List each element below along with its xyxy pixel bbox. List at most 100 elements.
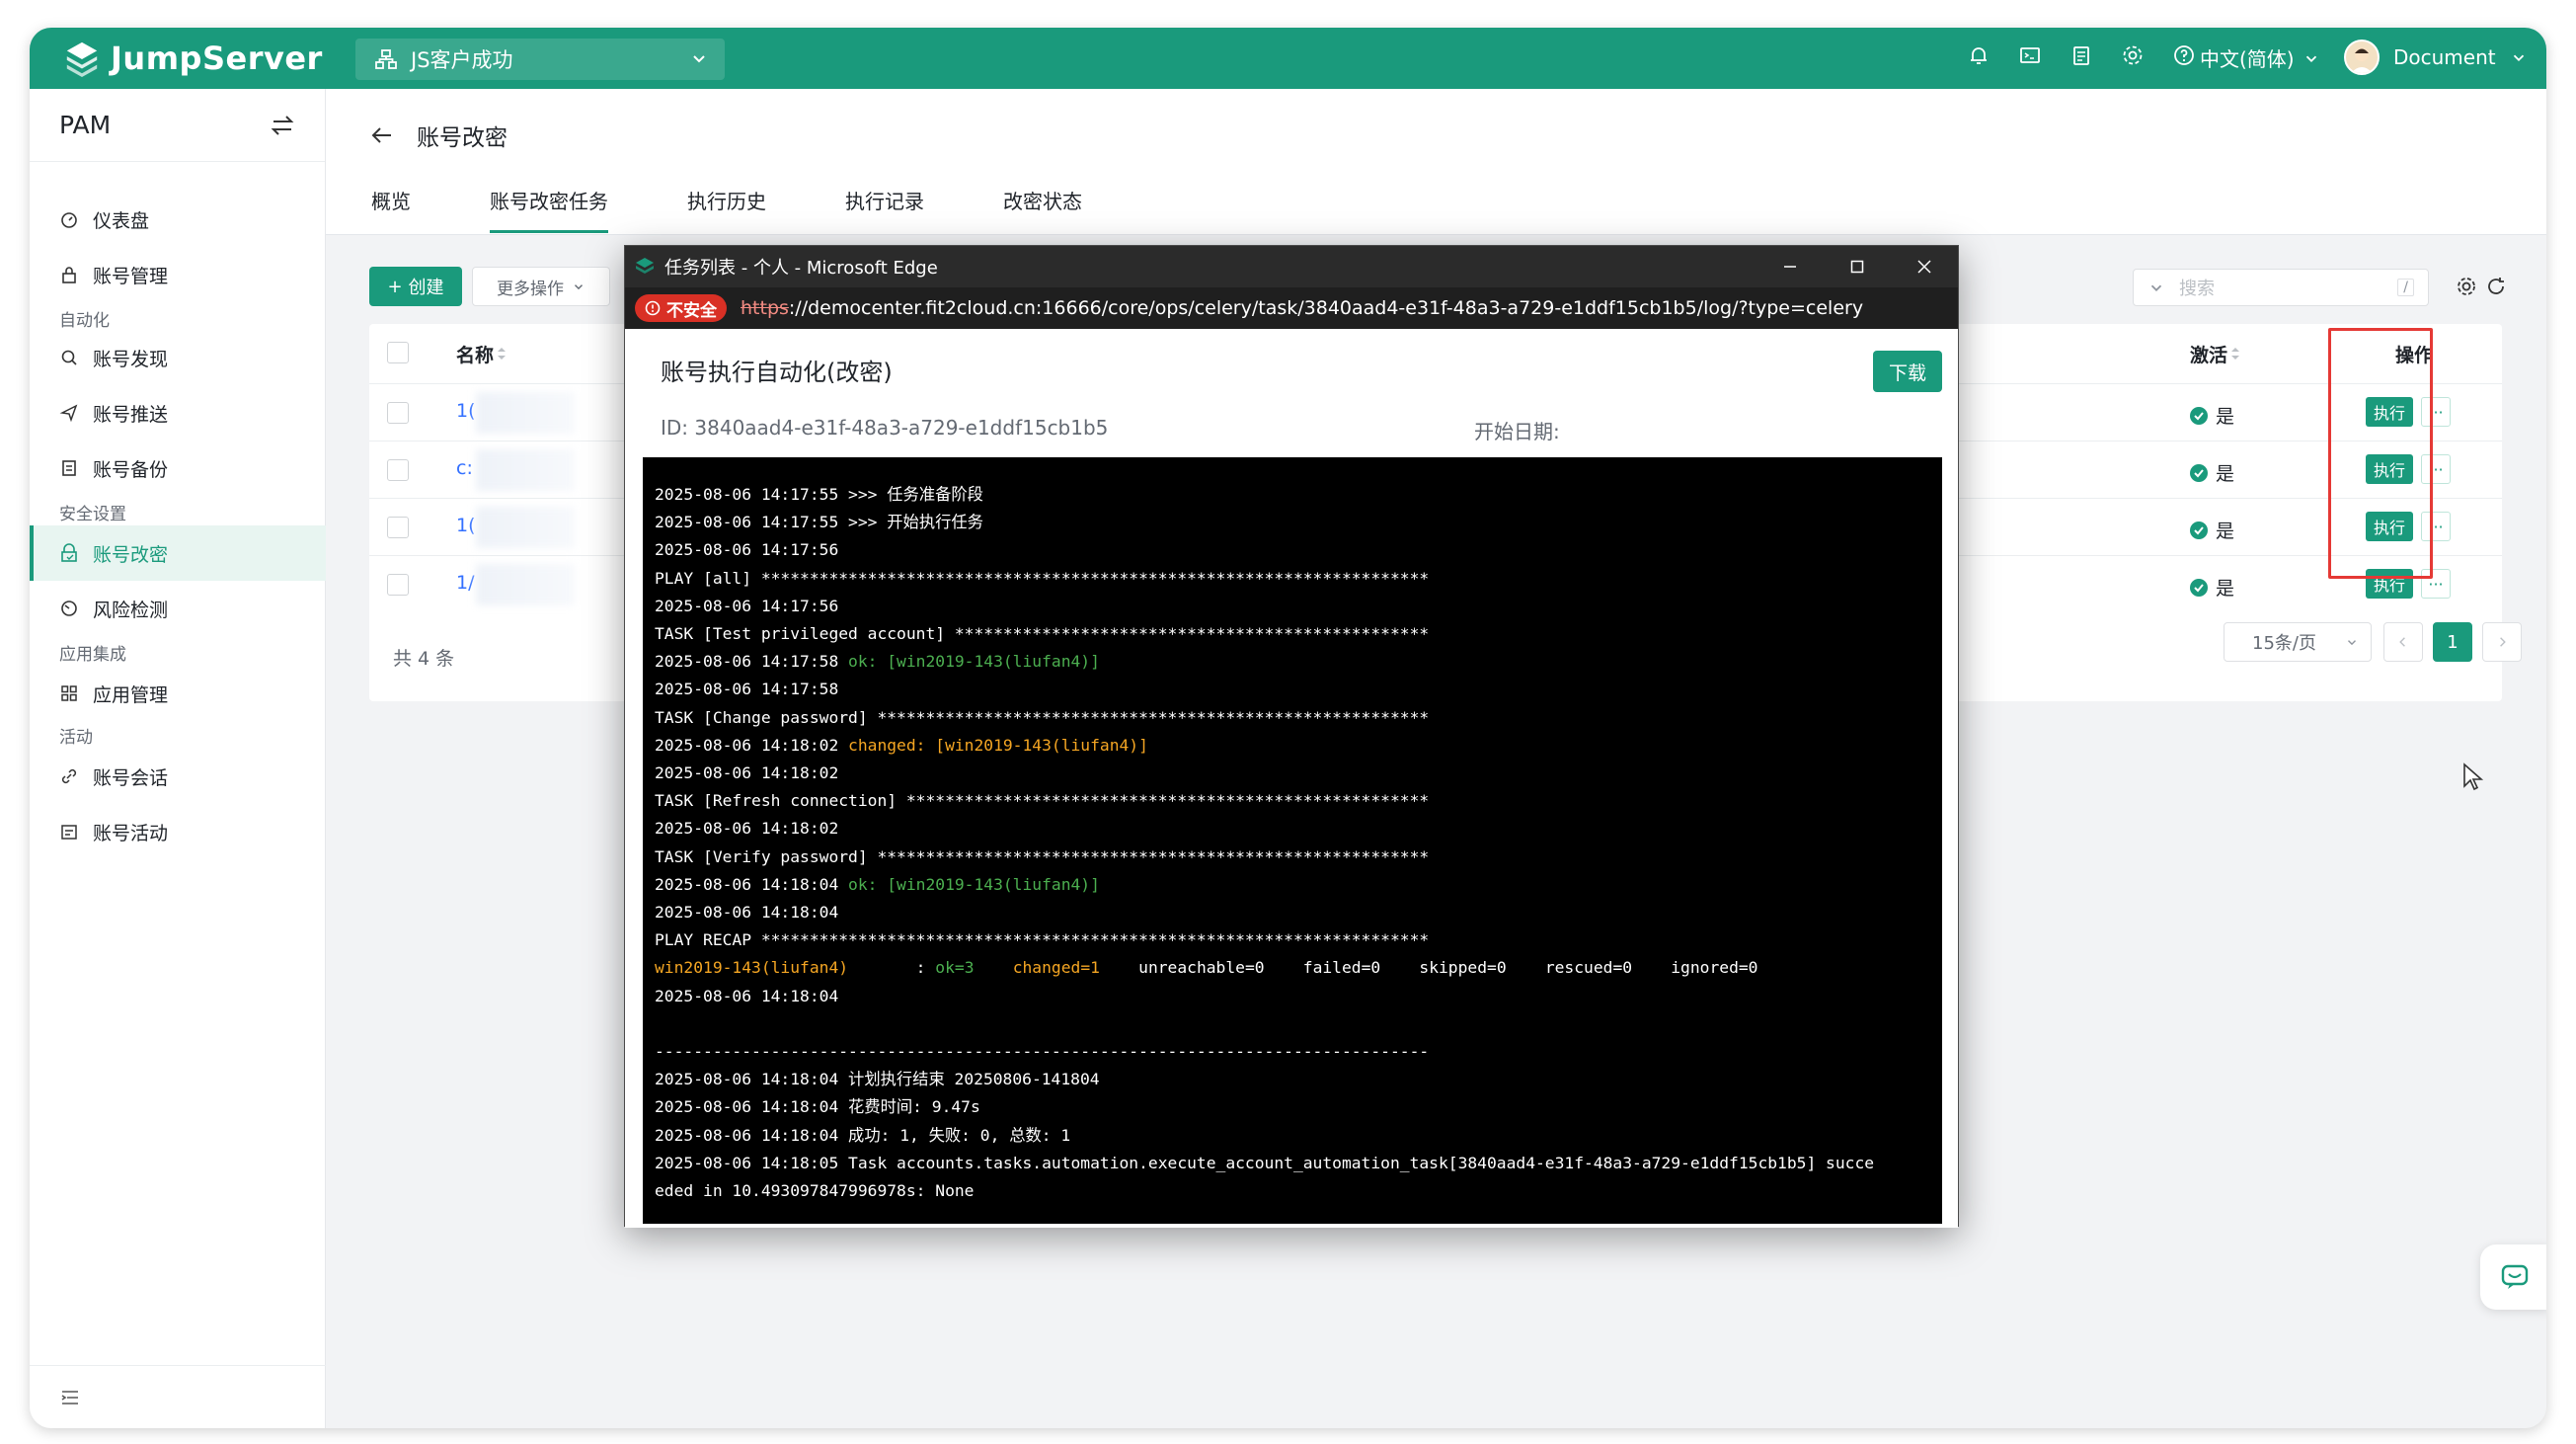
sidebar: PAM 仪表盘 账号管理 自动化 账号发现 账号推送 账号备份 安全设置 账号改… [30,89,326,1428]
column-header-active[interactable]: 激活 [2190,324,2243,383]
log-text: eded in 10.493097847996978s: None [655,1181,975,1201]
download-button[interactable]: 下载 [1873,351,1942,392]
page-number-button[interactable]: 1 [2433,622,2472,662]
refresh-icon[interactable] [2484,275,2508,298]
log-line: ----------------------------------------… [655,1038,1930,1066]
page-header: 账号改密 概览 账号改密任务 执行历史 执行记录 改密状态 [326,89,2546,235]
active-status: 是 [2190,574,2234,601]
sidebar-item-push[interactable]: 账号推送 [30,385,326,441]
top-header: JumpServer JS客户成功 中文(简体) Document [30,28,2546,89]
sidebar-item-accounts[interactable]: 账号管理 [30,247,326,302]
recap-ok: ok=3 [935,958,1013,978]
next-page-button[interactable] [2482,622,2522,662]
not-secure-badge[interactable]: 不安全 [635,294,727,322]
page-size-select[interactable]: 15条/页 [2224,622,2372,662]
minimize-icon [1784,266,1796,268]
language-select[interactable]: 中文(简体) [2200,43,2320,72]
redacted-name [476,392,575,434]
create-button[interactable]: + 创建 [369,267,462,306]
log-text: 2025-08-06 14:18:02 [655,735,849,755]
sidebar-group-security: 安全设置 [59,505,126,524]
prev-page-button[interactable] [2383,622,2423,662]
org-select[interactable]: JS客户成功 [355,39,725,80]
plus-icon: + [387,276,403,297]
log-text: 2025-08-06 14:18:04 [655,903,839,923]
row-checkbox[interactable] [387,517,409,538]
sidebar-item-activities[interactable]: 账号活动 [30,804,326,859]
user-menu[interactable]: Document [2344,40,2528,75]
sidebar-item-applications[interactable]: 应用管理 [30,666,326,721]
row-checkbox[interactable] [387,402,409,424]
send-icon [59,404,78,423]
gear-icon[interactable] [2119,41,2147,69]
terminal-icon[interactable] [2016,41,2044,69]
window-title: 任务列表 - 个人 - Microsoft Edge [664,258,938,279]
row-name-link[interactable]: 1/ [456,572,475,594]
row-name-link[interactable]: 1( [456,515,476,536]
switch-app-icon[interactable] [270,113,295,138]
chevron-down-icon [575,284,583,290]
minimize-button[interactable] [1756,246,1824,287]
sidebar-item-change-secret[interactable]: 账号改密 [30,525,326,581]
tab-change-secret-tasks[interactable]: 账号改密任务 [490,166,608,233]
close-button[interactable] [1891,246,1958,287]
edge-title-bar[interactable]: 任务列表 - 个人 - Microsoft Edge [625,246,1958,287]
log-status: changed: [win2019-143(liufan4)] [848,735,1148,755]
chat-bubble-icon [2501,1264,2529,1289]
sidebar-item-label: 账号会话 [93,766,169,789]
more-actions-button[interactable]: 更多操作 [472,267,610,306]
job-start-date: 开始日期: [1474,420,1560,443]
tab-overview[interactable]: 概览 [371,166,411,233]
collapse-menu-icon[interactable] [59,1387,81,1408]
lock-icon [62,267,76,283]
maximize-icon [1850,260,1864,274]
log-line: 2025-08-06 14:17:55 >>> 任务准备阶段 [655,481,1930,509]
back-arrow-icon[interactable] [369,122,395,148]
edge-address-bar[interactable]: 不安全 https://democenter.fit2cloud.cn:1666… [625,287,1958,329]
log-line: eded in 10.493097847996978s: None [655,1177,1930,1205]
sidebar-group-automation: 自动化 [59,311,110,331]
url-text[interactable]: https://democenter.fit2cloud.cn:16666/co… [741,297,1863,319]
log-line: PLAY [all] *****************************… [655,565,1930,593]
tab-execution-history[interactable]: 执行历史 [687,166,766,233]
tab-bar: 概览 账号改密任务 执行历史 执行记录 改密状态 [371,166,1161,233]
sidebar-item-risk[interactable]: 风险检测 [30,581,326,636]
sidebar-item-backup[interactable]: 账号备份 [30,441,326,496]
row-checkbox[interactable] [387,459,409,481]
settings-icon[interactable] [2455,275,2478,298]
log-text: ----------------------------------------… [655,1042,1430,1062]
not-secure-label: 不安全 [666,300,717,321]
column-header-name[interactable]: 名称 [456,324,509,383]
row-name-link[interactable]: c: [456,457,473,479]
log-text: 2025-08-06 14:18:02 [655,819,839,839]
header-toolbar [1965,41,2198,69]
bell-icon[interactable] [1965,41,1992,69]
row-checkbox[interactable] [387,574,409,596]
log-line: TASK [Refresh connection] **************… [655,787,1930,815]
user-name: Document [2393,45,2496,69]
page-size-value: 15条/页 [2252,633,2316,654]
recap-separator: : [848,958,936,978]
sidebar-item-discovery[interactable]: 账号发现 [30,330,326,385]
maximize-button[interactable] [1824,246,1891,287]
chat-assistant-button[interactable] [2480,1244,2546,1310]
edge-popup-window: 任务列表 - 个人 - Microsoft Edge 不安全 https://d… [624,245,1959,1228]
tab-execution-records[interactable]: 执行记录 [845,166,924,233]
brand-logo[interactable]: JumpServer [63,38,323,79]
help-icon[interactable] [2170,41,2198,69]
sidebar-item-sessions[interactable]: 账号会话 [30,749,326,804]
log-line: TASK [Change password] *****************… [655,704,1930,732]
log-line: 2025-08-06 14:17:58 ok: [win2019-143(liu… [655,648,1930,676]
active-status: 是 [2190,459,2234,486]
sidebar-header: PAM [30,89,325,162]
create-label: 创建 [408,278,444,298]
search-input[interactable]: 搜索 / [2133,269,2429,306]
clipboard-icon[interactable] [2068,41,2095,69]
sidebar-item-dashboard[interactable]: 仪表盘 [30,192,326,247]
row-name-link[interactable]: 1( [456,400,476,422]
log-text: TASK [Verify password] *****************… [655,846,1430,866]
tab-change-status[interactable]: 改密状态 [1003,166,1082,233]
log-line: 2025-08-06 14:17:58 [655,676,1930,703]
select-all-checkbox[interactable] [387,342,409,363]
key-change-icon [61,543,77,562]
